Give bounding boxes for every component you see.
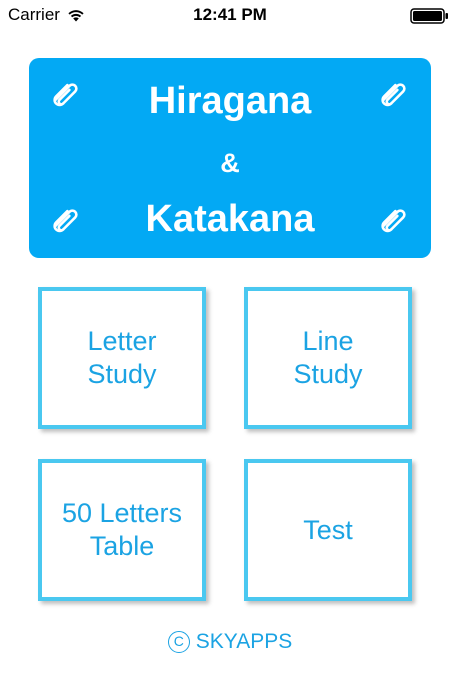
title-banner: Hiragana & Katakana — [29, 58, 431, 258]
battery-full-icon — [410, 8, 448, 24]
app-title-ampersand: & — [220, 148, 240, 178]
app-title-hiragana: Hiragana — [148, 80, 312, 122]
line-study-button[interactable]: Line Study — [244, 287, 412, 429]
app-title-katakana: Katakana — [145, 198, 315, 240]
test-button[interactable]: Test — [244, 459, 412, 601]
letter-study-label: Letter Study — [87, 326, 157, 389]
copyright-icon: C — [167, 631, 190, 653]
status-time: 12:41 PM — [193, 5, 267, 24]
footer-credit: C SKYAPPS — [0, 630, 460, 654]
brand-label: SKYAPPS — [195, 630, 293, 653]
letters-table-label: 50 Letters Table — [61, 498, 183, 561]
letter-study-button[interactable]: Letter Study — [38, 287, 206, 429]
letters-table-button[interactable]: 50 Letters Table — [38, 459, 206, 601]
status-bar: Carrier 12:41 PM — [0, 0, 460, 30]
line-study-label: Line Study — [293, 326, 363, 389]
test-label: Test — [303, 514, 353, 545]
